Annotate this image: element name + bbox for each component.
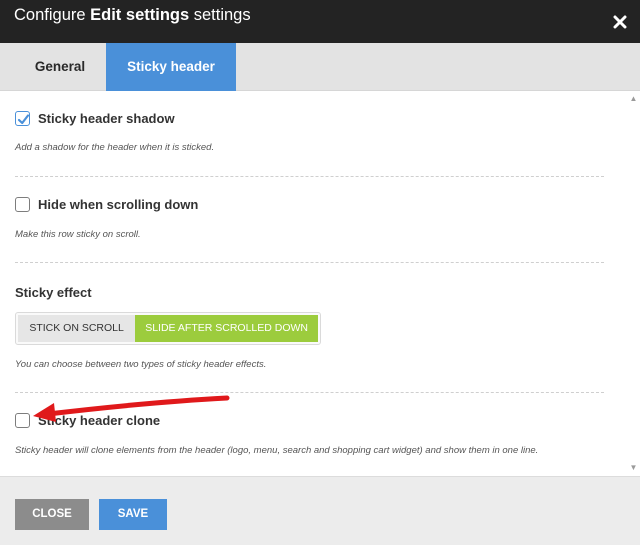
shadow-label: Sticky header shadow: [38, 111, 175, 126]
tab-sticky-header[interactable]: Sticky header: [106, 43, 236, 91]
title-suffix: settings: [189, 6, 251, 24]
dialog-title: Configure Edit settings settings: [14, 5, 251, 25]
red-arrow-icon: [33, 395, 230, 422]
hide-help: Make this row sticky on scroll.: [15, 229, 141, 240]
check-icon: [17, 114, 30, 125]
close-icon[interactable]: [600, 0, 640, 43]
option-shadow: Sticky header shadow: [15, 111, 175, 126]
scroll-down-icon[interactable]: ▼: [629, 463, 638, 472]
tab-general[interactable]: General: [14, 43, 106, 91]
effect-help: You can choose between two types of stic…: [15, 359, 267, 370]
title-bold: Edit settings: [90, 6, 190, 24]
shadow-help: Add a shadow for the header when it is s…: [15, 142, 215, 153]
divider: [15, 176, 604, 177]
effect-label: Sticky effect: [15, 285, 92, 300]
shadow-checkbox[interactable]: [15, 111, 30, 126]
effect-segmented-control: Stick on scroll Slide after scrolled dow…: [15, 312, 321, 345]
clone-help: Sticky header will clone elements from t…: [15, 445, 539, 456]
title-prefix: Configure: [14, 6, 91, 24]
dialog-footer: CLOSE SAVE: [0, 476, 640, 545]
hide-checkbox[interactable]: [15, 197, 30, 212]
close-button[interactable]: CLOSE: [15, 499, 89, 530]
divider: [15, 262, 604, 263]
clone-checkbox[interactable]: [15, 413, 30, 428]
option-hide: Hide when scrolling down: [15, 197, 198, 212]
effect-stick-on-scroll[interactable]: Stick on scroll: [18, 315, 136, 342]
scroll-up-icon[interactable]: ▲: [629, 94, 638, 103]
dialog-titlebar: Configure Edit settings settings: [0, 0, 640, 43]
save-button[interactable]: SAVE: [99, 499, 167, 530]
tab-bar: General Sticky header: [0, 43, 640, 91]
hide-label: Hide when scrolling down: [38, 197, 199, 212]
effect-slide-after-scrolled[interactable]: Slide after scrolled down: [135, 315, 318, 342]
scrollbar[interactable]: ▲ ▼: [627, 92, 640, 476]
